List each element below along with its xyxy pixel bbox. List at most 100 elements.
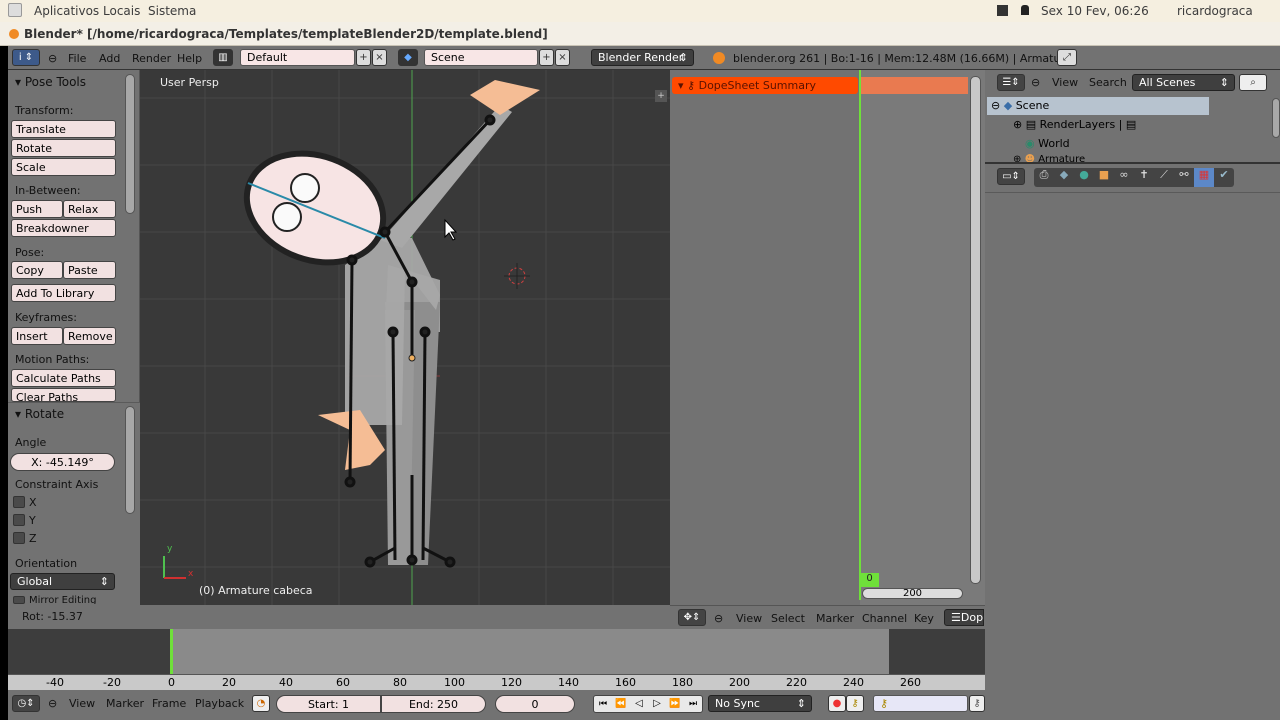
add-layout-button[interactable]: +: [356, 49, 371, 66]
play-icon[interactable]: ▷: [648, 696, 666, 712]
armature-data-tab-icon[interactable]: ✝: [1134, 168, 1154, 187]
editor-type-info-button[interactable]: i ⇕: [12, 49, 40, 66]
timeline-current-frame-line[interactable]: [170, 629, 173, 674]
play-reverse-icon[interactable]: ◁: [630, 696, 648, 712]
render-engine-select[interactable]: Blender Render ⇕: [591, 49, 694, 66]
menu-sistema[interactable]: Sistema: [148, 4, 196, 18]
outliner-row-armature[interactable]: ⊕ ☻ Armature: [1013, 154, 1085, 162]
orientation-select[interactable]: Global ⇕: [10, 573, 115, 590]
user-name[interactable]: ricardograca: [1177, 4, 1253, 18]
dopesheet-menu-key[interactable]: Key: [914, 612, 934, 625]
paste-pose-button[interactable]: Paste: [63, 261, 116, 279]
keying-set-icon[interactable]: ⚷: [846, 695, 864, 712]
viewport-canvas[interactable]: [140, 70, 670, 605]
outliner-scrollbar[interactable]: [1272, 98, 1280, 138]
next-keyframe-icon[interactable]: ⏩: [666, 696, 684, 712]
dopesheet-mode-select[interactable]: ☰Dope: [944, 609, 984, 626]
expand-icon[interactable]: ⊕: [1013, 118, 1022, 131]
translate-button[interactable]: Translate: [11, 120, 116, 138]
viewport-toggle-plus-button[interactable]: +: [655, 90, 667, 102]
menu-help[interactable]: Help: [177, 52, 202, 65]
outliner-menu-view[interactable]: View: [1052, 76, 1078, 89]
timeline-menu-playback[interactable]: Playback: [195, 697, 244, 710]
scene-tab-icon[interactable]: ◆: [1054, 168, 1074, 187]
collapse-menu-icon[interactable]: ⊖: [714, 612, 723, 625]
3d-viewport[interactable]: User Persp y x (0) Armature cabeca +: [140, 70, 670, 605]
collapse-menu-icon[interactable]: ⊖: [48, 697, 57, 710]
relax-button[interactable]: Relax: [63, 200, 116, 218]
axis-y-checkbox[interactable]: [13, 514, 25, 526]
bone-constraints-tab-icon[interactable]: ⚯: [1174, 168, 1194, 187]
mirror-editing-checkbox[interactable]: [13, 596, 25, 604]
operator-scrollbar[interactable]: [125, 406, 135, 514]
insert-keyframe-button[interactable]: Insert: [11, 327, 63, 345]
object-tab-icon[interactable]: ■: [1094, 168, 1114, 187]
panel-header-rotate[interactable]: ▾ Rotate: [15, 407, 64, 421]
copy-pose-button[interactable]: Copy: [11, 261, 63, 279]
outliner-row-world[interactable]: ◉ World: [1025, 135, 1070, 153]
menu-add[interactable]: Add: [99, 52, 120, 65]
network-icon[interactable]: [1021, 5, 1029, 15]
remove-keyframe-button[interactable]: Remove: [63, 327, 116, 345]
layout-field[interactable]: Default: [240, 49, 355, 66]
push-button[interactable]: Push: [11, 200, 63, 218]
world-tab-icon[interactable]: ●: [1074, 168, 1094, 187]
dopesheet-editor-type-button[interactable]: ✥⇕: [678, 609, 706, 626]
timeline-menu-frame[interactable]: Frame: [152, 697, 186, 710]
outliner-row-renderlayers[interactable]: ⊕ ▤ RenderLayers | ▤: [1013, 116, 1136, 134]
timeline-menu-marker[interactable]: Marker: [106, 697, 144, 710]
sync-mode-select[interactable]: No Sync ⇕: [708, 695, 812, 712]
tool-shelf-scrollbar[interactable]: [125, 74, 135, 214]
layout-icon[interactable]: ▥: [213, 49, 233, 66]
add-scene-button[interactable]: +: [539, 49, 554, 66]
axis-z-checkbox[interactable]: [13, 532, 25, 544]
clear-paths-button[interactable]: Clear Paths: [11, 388, 116, 402]
properties-editor-type-button[interactable]: ▭⇕: [997, 168, 1025, 185]
breakdowner-button[interactable]: Breakdowner: [11, 219, 116, 237]
scale-button[interactable]: Scale: [11, 158, 116, 176]
render-tab-icon[interactable]: ⎙: [1034, 168, 1054, 187]
dopesheet-summary-row[interactable]: ▾ ⚷ DopeSheet Summary: [672, 77, 858, 94]
dopesheet-menu-view[interactable]: View: [736, 612, 762, 625]
menu-aplicativos[interactable]: Aplicativos: [34, 4, 99, 18]
prev-keyframe-icon[interactable]: ⏪: [612, 696, 630, 712]
constraints-tab-icon[interactable]: ∞: [1114, 168, 1134, 187]
keying-set-field[interactable]: ⚷: [873, 695, 968, 712]
outliner-row-scene[interactable]: ⊖ ◆ Scene: [987, 97, 1209, 115]
texture-tab-icon[interactable]: ▦: [1194, 168, 1214, 187]
jump-end-icon[interactable]: ⏭: [684, 696, 702, 712]
outliner-filter-select[interactable]: All Scenes ⇕: [1132, 74, 1235, 91]
angle-field[interactable]: X: -45.149°: [10, 453, 115, 471]
preview-range-toggle-icon[interactable]: ◔: [252, 695, 270, 712]
dopesheet-editor[interactable]: ▾ ⚷ DopeSheet Summary 0 200: [670, 70, 985, 605]
dopesheet-hscroll[interactable]: 200: [862, 588, 963, 599]
collapse-menu-icon[interactable]: ⊖: [1031, 76, 1040, 89]
timeline-editor[interactable]: [8, 629, 985, 674]
scene-icon[interactable]: ◆: [398, 49, 418, 66]
search-icon[interactable]: ⌕: [1239, 74, 1267, 91]
record-icon[interactable]: ●: [828, 695, 846, 712]
physics-tab-icon[interactable]: ✔: [1214, 168, 1234, 187]
menu-locais[interactable]: Locais: [103, 4, 140, 18]
axis-x-checkbox[interactable]: [13, 496, 25, 508]
remove-scene-button[interactable]: ×: [555, 49, 570, 66]
menu-render[interactable]: Render: [132, 52, 171, 65]
remove-layout-button[interactable]: ×: [372, 49, 387, 66]
start-frame-field[interactable]: Start: 1: [276, 695, 381, 713]
current-frame-field[interactable]: 0: [495, 695, 575, 713]
collapse-menu-icon[interactable]: ⊖: [48, 52, 57, 65]
dopesheet-menu-channel[interactable]: Channel: [862, 612, 907, 625]
fullscreen-icon[interactable]: ⤢: [1057, 49, 1077, 66]
insert-keyframe-icon[interactable]: ⚷: [969, 695, 985, 712]
outliner-menu-search[interactable]: Search: [1089, 76, 1127, 89]
end-frame-field[interactable]: End: 250: [381, 695, 486, 713]
scene-field[interactable]: Scene: [424, 49, 538, 66]
calculate-paths-button[interactable]: Calculate Paths: [11, 369, 116, 387]
dopesheet-vscroll[interactable]: [970, 76, 981, 584]
jump-start-icon[interactable]: ⏮: [594, 696, 612, 712]
menu-file[interactable]: File: [68, 52, 86, 65]
clock[interactable]: Sex 10 Fev, 06:26: [1041, 4, 1149, 18]
dopesheet-menu-marker[interactable]: Marker: [816, 612, 854, 625]
outliner-editor-type-button[interactable]: ☰⇕: [997, 74, 1025, 91]
add-to-library-button[interactable]: Add To Library: [11, 284, 116, 302]
